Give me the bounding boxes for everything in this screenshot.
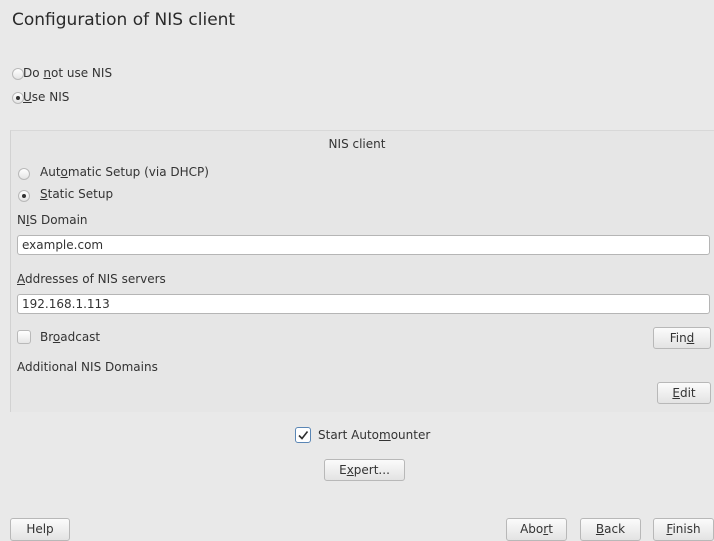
back-button[interactable]: Back	[580, 518, 641, 541]
nis-servers-label: Addresses of NIS servers	[17, 272, 166, 286]
help-button[interactable]: Help	[10, 518, 70, 541]
do-not-use-nis-label[interactable]: Do not use NIS	[23, 66, 112, 80]
use-nis-label[interactable]: Use NIS	[23, 90, 69, 104]
nis-servers-field[interactable]: 192.168.1.113	[17, 294, 710, 314]
abort-button[interactable]: Abort	[506, 518, 567, 541]
checkmark-icon	[298, 431, 309, 440]
finish-button[interactable]: Finish	[653, 518, 714, 541]
automatic-setup-label[interactable]: Automatic Setup (via DHCP)	[40, 165, 209, 179]
static-setup-label[interactable]: Static Setup	[40, 187, 113, 201]
start-automounter-label[interactable]: Start Automounter	[318, 428, 430, 442]
nis-domain-label: NIS Domain	[17, 213, 88, 227]
broadcast-label[interactable]: Broadcast	[40, 330, 100, 344]
start-automounter-checkbox[interactable]	[295, 427, 311, 443]
additional-nis-domains-label: Additional NIS Domains	[17, 360, 158, 374]
static-setup-radio[interactable]	[18, 190, 30, 202]
broadcast-checkbox[interactable]	[17, 330, 31, 344]
automatic-setup-radio[interactable]	[18, 168, 30, 180]
nis-client-heading: NIS client	[328, 137, 386, 151]
page-title: Configuration of NIS client	[12, 10, 236, 30]
edit-button[interactable]: Edit	[657, 382, 711, 404]
find-button[interactable]: Find	[653, 327, 711, 349]
nis-domain-field[interactable]: example.com	[17, 235, 710, 255]
expert-button[interactable]: Expert...	[324, 459, 405, 481]
